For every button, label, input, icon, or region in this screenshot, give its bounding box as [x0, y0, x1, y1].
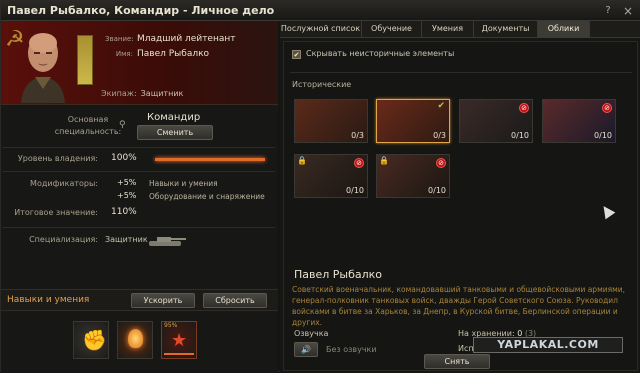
- specialization-row: Специализация: Защитник: [1, 234, 278, 252]
- unavailable-icon: ⊘: [519, 103, 529, 113]
- voice-button[interactable]: 🔊: [294, 342, 318, 357]
- modifiers-row: Модификаторы: +5% Навыки и умения +5% Об…: [1, 178, 278, 210]
- mastery-bar-track: [155, 158, 265, 161]
- hero-banner: ☭ Звание: Младший лейтенант Имя: Павел Рыб…: [1, 21, 278, 105]
- unavailable-icon: ⊘: [436, 158, 446, 168]
- look-count: 0/3: [433, 131, 446, 140]
- rank-label: Звание:: [105, 34, 134, 43]
- total-value: 110%: [111, 207, 137, 217]
- window-title: Павел Рыбалко, Командир - Личное дело: [7, 4, 275, 17]
- modifier-value: +5%: [117, 191, 137, 200]
- modifier-value: +5%: [117, 178, 137, 187]
- look-count: 0/10: [594, 131, 612, 140]
- rank-insignia: [77, 35, 93, 85]
- specialty-row: Основная специальность: ⚲ Командир Смени…: [1, 111, 278, 143]
- specialty-label-2: специальность:: [54, 127, 122, 136]
- tab-training[interactable]: Обучение: [362, 21, 422, 38]
- crew-info: Экипаж: Защитник: [101, 89, 183, 98]
- look-count: 0/10: [346, 186, 364, 195]
- look-card[interactable]: 🔒 ⊘ 0/10: [376, 154, 450, 198]
- mastery-value: 100%: [111, 153, 137, 163]
- unavailable-icon: ⊘: [602, 103, 612, 113]
- divider: [3, 171, 275, 172]
- look-card[interactable]: ⊘ 0/10: [459, 99, 533, 143]
- skill-progress-badge: 95%: [164, 322, 178, 329]
- close-icon[interactable]: ×: [621, 4, 635, 18]
- star-icon: ★: [171, 330, 188, 351]
- specialty-value: Командир: [147, 112, 201, 123]
- skill-progress-bar: [164, 353, 194, 355]
- details-panel: Послужной список Обучение Умения Докумен…: [280, 21, 640, 373]
- look-card[interactable]: 0/3: [294, 99, 368, 143]
- looks-pane: ✔ Скрывать неисторичные элементы Историч…: [283, 41, 638, 371]
- look-card[interactable]: ⊘ 0/10: [542, 99, 616, 143]
- tab-skills[interactable]: Умения: [422, 21, 474, 38]
- mastery-row: Уровень владения: 100%: [1, 153, 278, 171]
- modifier-text: Оборудование и снаряжение: [149, 192, 265, 201]
- rank-value: Младший лейтенант: [137, 33, 236, 44]
- watermark-logo: YAPLAKAL.COM: [473, 337, 623, 353]
- mastery-label: Уровень владения:: [17, 154, 98, 163]
- total-label: Итоговое значение:: [14, 208, 98, 217]
- look-card-selected[interactable]: ✔ 0/3: [376, 99, 450, 143]
- tab-bar: Послужной список Обучение Умения Докумен…: [280, 21, 640, 38]
- commander-portrait: [21, 33, 65, 103]
- modifiers-label: Модификаторы:: [30, 179, 98, 188]
- lock-icon: 🔒: [379, 156, 389, 165]
- tab-documents[interactable]: Документы: [474, 21, 538, 38]
- speaker-icon: 🔊: [301, 345, 311, 354]
- historical-title: Исторические: [292, 80, 352, 89]
- tab-looks[interactable]: Облики: [538, 21, 590, 38]
- fist-icon: ✊: [82, 328, 107, 352]
- name-value: Павел Рыбалко: [137, 48, 210, 59]
- skill-slot-star[interactable]: 95% ★: [161, 321, 197, 359]
- skill-slot-lightbulb[interactable]: [117, 321, 153, 359]
- look-count: 0/10: [428, 186, 446, 195]
- check-icon: ✔: [437, 101, 445, 111]
- total-row: Итоговое значение: 110%: [1, 207, 278, 225]
- hide-nonhistorical-label: Скрывать неисторичные элементы: [306, 49, 455, 58]
- tab-service-record[interactable]: Послужной список: [280, 21, 362, 38]
- specialization-label: Специализация:: [29, 235, 98, 244]
- crew-member-panel: ☭ Звание: Младший лейтенант Имя: Павел Рыб…: [1, 21, 278, 373]
- lightbulb-icon: [128, 329, 143, 348]
- hide-nonhistorical-checkbox[interactable]: ✔: [292, 50, 301, 59]
- voice-value: Без озвучки: [326, 345, 377, 354]
- lock-icon: 🔒: [297, 156, 307, 165]
- reset-skills-button[interactable]: Сбросить: [203, 293, 267, 308]
- accelerate-button[interactable]: Ускорить: [131, 293, 195, 308]
- skill-slot-fist[interactable]: ✊: [73, 321, 109, 359]
- specialty-label-1: Основная: [67, 115, 109, 124]
- skills-header: Навыки и умения Ускорить Сбросить: [1, 289, 278, 311]
- dossier-window: Павел Рыбалко, Командир - Личное дело ? …: [0, 0, 640, 373]
- look-card[interactable]: 🔒 ⊘ 0/10: [294, 154, 368, 198]
- remove-look-button[interactable]: Снять: [424, 354, 490, 369]
- look-count: 0/10: [511, 131, 529, 140]
- name-label: Имя:: [115, 49, 133, 58]
- look-description: Советский военачальник, командовавший та…: [292, 285, 626, 327]
- hero-info: Звание: Младший лейтенант Имя: Павел Рыбал…: [105, 31, 275, 61]
- title-bar: Павел Рыбалко, Командир - Личное дело ? …: [1, 1, 640, 21]
- change-specialty-button[interactable]: Сменить: [137, 125, 213, 140]
- look-count: 0/3: [351, 131, 364, 140]
- voice-label: Озвучка: [294, 329, 329, 338]
- mastery-bar-fill: [155, 158, 265, 161]
- specialization-value: Защитник: [105, 235, 148, 244]
- crew-label: Экипаж:: [101, 89, 137, 98]
- divider: [3, 227, 275, 228]
- binoculars-icon: ⚲: [119, 120, 126, 130]
- modifier-text: Навыки и умения: [149, 179, 218, 188]
- unavailable-icon: ⊘: [354, 158, 364, 168]
- help-icon[interactable]: ?: [601, 4, 615, 18]
- look-name: Павел Рыбалко: [294, 268, 383, 281]
- divider: [3, 147, 275, 148]
- tank-icon: [149, 237, 186, 246]
- skills-title: Навыки и умения: [7, 295, 90, 305]
- crew-value: Защитник: [140, 89, 184, 98]
